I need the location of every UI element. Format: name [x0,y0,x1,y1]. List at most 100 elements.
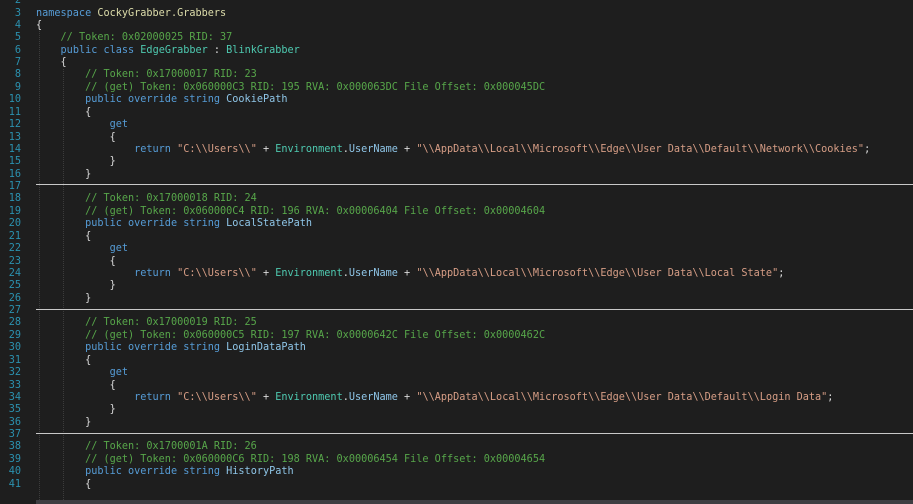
code-line[interactable]: 28 // Token: 0x17000019 RID: 25 [0,317,913,328]
code-text: { [36,57,67,69]
code-line[interactable]: 23 { [0,256,913,267]
string-token: "\\AppData\\Local\\Microsoft\\Edge\\User… [416,391,828,403]
property-token: CookiePath [226,94,288,106]
code-line[interactable]: 41 { [0,479,913,490]
code-line[interactable]: 27 [0,305,913,316]
code-line[interactable]: 11 { [0,107,913,118]
code-line[interactable]: 39 // (get) Token: 0x060000C6 RID: 198 R… [0,454,913,465]
line-number: 17 [8,181,21,193]
code-text: } [36,156,116,168]
code-line[interactable]: 12 get [0,119,913,130]
line-number: 21 [8,230,21,242]
code-line[interactable]: 13 { [0,132,913,143]
line-number: 15 [8,156,21,168]
property-token: UserName [348,143,398,155]
line-number: 27 [8,305,21,317]
code-content: } [36,169,91,180]
line-number: 33 [8,379,21,391]
code-content: { [36,57,67,68]
type-token: Environment [275,391,343,403]
code-line[interactable]: 29 // (get) Token: 0x060000C5 RID: 197 R… [0,330,913,341]
code-line[interactable]: 19 // (get) Token: 0x060000C4 RID: 196 R… [0,206,913,217]
type-token: BlinkGrabber [226,44,300,56]
line-number: 18 [8,193,21,205]
code-line[interactable]: 35 } [0,404,913,415]
code-line[interactable]: 40 public override string HistoryPath [0,466,913,477]
code-text: { [36,106,92,118]
keyword-token: public class [60,44,135,56]
code-line[interactable]: 32 get [0,367,913,378]
code-line[interactable]: 37 [0,429,913,440]
line-number: 28 [8,317,21,329]
code-line[interactable]: 9 // (get) Token: 0x060000C3 RID: 195 RV… [0,82,913,93]
property-token: LocalStatePath [226,218,313,230]
code-line[interactable]: 3 namespace CockyGrabber.Grabbers [0,8,913,19]
line-number: 29 [8,329,21,341]
code-line[interactable]: 22 get [0,243,913,254]
horizontal-scrollbar[interactable] [36,500,913,504]
code-content: { [36,380,116,391]
line-number: 22 [8,243,21,254]
code-content: // (get) Token: 0x060000C6 RID: 198 RVA:… [36,454,545,465]
line-number: 11 [8,106,21,118]
code-line[interactable]: 8 // Token: 0x17000017 RID: 23 [0,69,913,80]
comment-token: // (get) Token: 0x060000C6 RID: 198 RVA:… [85,453,546,465]
code-editor[interactable]: 2 3 namespace CockyGrabber.Grabbers 4{5 // … [0,0,913,504]
keyword-token: get [109,367,129,378]
line-number: 40 [8,466,21,478]
code-content: public class EdgeGrabber : BlinkGrabber [36,45,300,56]
code-content: public override string CookiePath [36,94,288,106]
string-token: "\\AppData\\Local\\Microsoft\\Edge\\User… [416,143,865,155]
code-line[interactable]: 2 [0,0,913,6]
code-line[interactable]: 24 return "C:\\Users\\" + Environment.Us… [0,268,913,279]
code-content: // Token: 0x02000025 RID: 37 [36,32,233,43]
code-text: ; [827,391,834,403]
code-line[interactable]: 16 } [0,169,913,180]
code-line[interactable]: 14 return "C:\\Users\\" + Environment.Us… [0,144,913,155]
code-text: } [36,404,116,416]
code-line[interactable]: 31 { [0,355,913,366]
line-number: 41 [8,478,21,490]
code-line[interactable]: 38 // Token: 0x1700001A RID: 26 [0,441,913,452]
line-number: 36 [8,416,21,428]
line-number: 16 [8,168,21,180]
code-line[interactable]: 7 { [0,57,913,68]
code-line[interactable]: 26 } [0,293,913,304]
code-content: { [36,20,42,31]
code-line[interactable]: 5 // Token: 0x02000025 RID: 37 [0,32,913,43]
code-line[interactable]: 20 public override string LocalStatePath [0,218,913,229]
code-line[interactable]: 33 { [0,380,913,391]
code-line[interactable]: 25 } [0,280,913,291]
code-text: { [36,255,116,267]
property-token: HistoryPath [226,466,294,478]
comment-token: // Token: 0x17000018 RID: 24 [85,193,257,205]
code-line[interactable]: 21 { [0,231,913,242]
line-number: 7 [14,57,21,69]
code-line[interactable]: 17 [0,181,913,192]
code-content: // (get) Token: 0x060000C3 RID: 195 RVA:… [36,82,545,93]
code-text: { [36,230,92,242]
code-text: { [36,131,116,143]
code-text: ; [778,267,785,279]
line-number: 26 [8,292,21,304]
comment-token: // Token: 0x1700001A RID: 26 [85,441,257,453]
code-line[interactable]: 4{ [0,20,913,31]
code-line[interactable]: 15 } [0,156,913,167]
code-line[interactable]: 34 return "C:\\Users\\" + Environment.Us… [0,392,913,403]
code-line[interactable]: 36 } [0,417,913,428]
code-text: } [36,416,92,428]
code-line[interactable]: 10 public override string CookiePath [0,94,913,105]
code-line[interactable]: 30 public override string LoginDataPath [0,342,913,353]
code-text: { [36,478,92,490]
namespace-token: CockyGrabber.Grabbers [97,7,227,19]
comment-token: // (get) Token: 0x060000C5 RID: 197 RVA:… [85,329,546,341]
line-number: 39 [8,453,21,465]
code-line[interactable]: 6 public class EdgeGrabber : BlinkGrabbe… [0,45,913,56]
code-content: } [36,280,116,291]
code-line[interactable]: 18 // Token: 0x17000018 RID: 24 [0,193,913,204]
